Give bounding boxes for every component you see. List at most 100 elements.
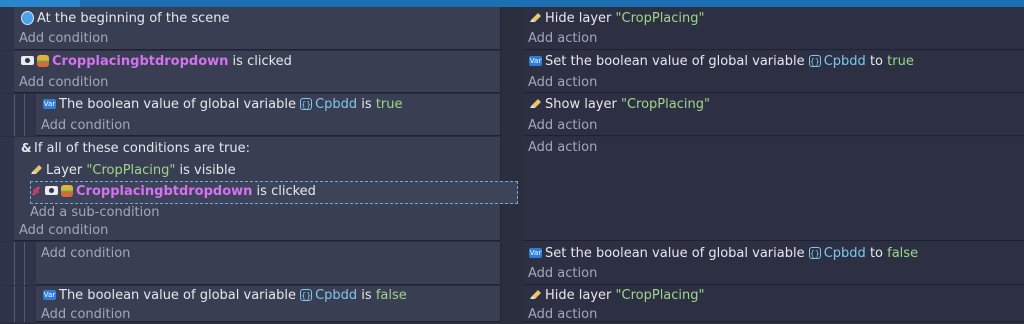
layer-name-string: "CropPlacing" — [620, 97, 710, 112]
add-action-link[interactable]: Add action — [528, 306, 597, 324]
global-variable-icon: {} — [808, 54, 821, 67]
add-action-link[interactable]: Add action — [528, 30, 597, 48]
conditions-panel[interactable]: & If all of these conditions are true: La… — [14, 137, 518, 241]
global-variable-icon: {} — [300, 288, 313, 301]
add-condition-link[interactable]: Add condition — [41, 245, 130, 263]
boolean-value[interactable]: false — [887, 246, 918, 261]
condition-row[interactable]: At the beginning of the scene — [21, 10, 229, 28]
event-gutter[interactable] — [0, 286, 36, 322]
boolean-value[interactable]: true — [376, 97, 403, 112]
action-prefix: Show layer — [545, 97, 621, 112]
event-gutter[interactable] — [0, 242, 36, 285]
sub-condition-row[interactable]: Layer "CropPlacing" is visible — [30, 162, 236, 180]
condition-suffix: is visible — [175, 163, 236, 178]
layer-pencil-icon — [530, 99, 541, 108]
event-5[interactable]: Add condition Var Set the boolean value o… — [0, 242, 1024, 285]
action-row[interactable]: Hide layer "CropPlacing" — [529, 287, 705, 305]
action-row[interactable]: Var Set the boolean value of global varia… — [529, 53, 914, 71]
layer-pencil-icon — [530, 290, 541, 299]
boolean-value[interactable]: true — [887, 54, 914, 69]
add-condition-link[interactable]: Add condition — [19, 30, 108, 48]
add-condition-link[interactable]: Add condition — [19, 222, 108, 240]
event-gutter[interactable] — [0, 7, 14, 50]
mouse-click-icon — [21, 56, 34, 65]
add-action-link[interactable]: Add action — [528, 139, 597, 157]
actions-panel[interactable]: Show layer "CropPlacing" Add action — [523, 94, 1024, 136]
condition-prefix: The boolean value of global variable — [59, 97, 301, 112]
condition-group-text: If all of these conditions are true: — [34, 141, 250, 156]
event-2[interactable]: Cropplacingbtdropdown is clicked Add con… — [0, 51, 1024, 93]
condition-text: At the beginning of the scene — [37, 11, 230, 26]
layer-name-string: "CropPlacing" — [615, 11, 705, 26]
action-row[interactable]: Var Set the boolean value of global varia… — [529, 245, 918, 263]
actions-panel[interactable]: Hide layer "CropPlacing" Add action — [523, 7, 1024, 50]
event-gutter[interactable] — [0, 51, 14, 93]
conditions-panel[interactable]: At the beginning of the scene Add condit… — [14, 7, 501, 50]
variable-name[interactable]: Cpbdd — [824, 54, 866, 69]
action-prefix: Set the boolean value of global variable — [545, 54, 809, 69]
add-action-link[interactable]: Add action — [528, 265, 597, 283]
add-sub-condition-link[interactable]: Add a sub-condition — [30, 204, 159, 222]
object-name[interactable]: Cropplacingbtdropdown — [52, 54, 228, 69]
actions-panel[interactable]: Var Set the boolean value of global varia… — [523, 51, 1024, 93]
condition-mid: is — [357, 288, 376, 303]
add-condition-link[interactable]: Add condition — [41, 306, 130, 324]
event-4[interactable]: & If all of these conditions are true: La… — [0, 137, 1024, 241]
variable-icon: Var — [43, 289, 56, 300]
action-mid: to — [865, 54, 888, 69]
condition-row[interactable]: Var The boolean value of global variable … — [43, 287, 407, 305]
variable-name[interactable]: Cpbdd — [315, 97, 357, 112]
event-gutter[interactable] — [0, 137, 14, 241]
sprite-object-icon — [61, 184, 73, 197]
boolean-value[interactable]: false — [376, 288, 407, 303]
action-prefix: Hide layer — [545, 288, 616, 303]
event-1[interactable]: At the beginning of the scene Add condit… — [0, 7, 1024, 50]
actions-panel[interactable]: Add action — [523, 137, 1024, 241]
conditions-panel[interactable]: Add condition — [36, 242, 501, 285]
conditions-panel[interactable]: Cropplacingbtdropdown is clicked Add con… — [14, 51, 501, 93]
and-group-icon: & — [21, 140, 32, 155]
subevent-line — [14, 286, 15, 322]
layer-pencil-icon — [31, 165, 42, 174]
condition-row[interactable]: Cropplacingbtdropdown is clicked — [21, 53, 292, 71]
object-name[interactable]: Cropplacingbtdropdown — [76, 184, 252, 199]
condition-mid: is — [357, 97, 376, 112]
event-gutter[interactable] — [0, 94, 36, 136]
layer-pencil-icon — [530, 13, 541, 22]
event-3[interactable]: Var The boolean value of global variable … — [0, 94, 1024, 136]
condition-prefix: Layer — [46, 163, 87, 178]
variable-icon: Var — [529, 247, 542, 258]
add-action-link[interactable]: Add action — [528, 117, 597, 135]
add-condition-link[interactable]: Add condition — [19, 74, 108, 92]
action-row[interactable]: Show layer "CropPlacing" — [529, 96, 710, 114]
actions-panel[interactable]: Hide layer "CropPlacing" Add action — [523, 286, 1024, 322]
variable-name[interactable]: Cpbdd — [315, 288, 357, 303]
sub-condition-row[interactable]: Cropplacingbtdropdown is clicked — [32, 183, 316, 201]
condition-suffix: is clicked — [252, 184, 316, 199]
variable-icon: Var — [529, 55, 542, 66]
layer-name-string: "CropPlacing" — [615, 288, 705, 303]
active-tab-indicator[interactable] — [0, 0, 80, 7]
layer-name-string: "CropPlacing" — [86, 163, 176, 178]
condition-group-header[interactable]: & If all of these conditions are true: — [21, 140, 250, 158]
subevent-line — [24, 286, 25, 322]
subevent-line — [14, 242, 15, 285]
action-prefix: Set the boolean value of global variable — [545, 246, 809, 261]
add-condition-link[interactable]: Add condition — [41, 117, 130, 135]
mouse-click-icon — [45, 186, 58, 195]
top-toolbar-strip — [0, 0, 1024, 7]
event-6[interactable]: Var The boolean value of global variable … — [0, 286, 1024, 322]
conditions-panel[interactable]: Var The boolean value of global variable … — [36, 286, 501, 322]
condition-suffix: is clicked — [228, 54, 292, 69]
condition-row[interactable]: Var The boolean value of global variable … — [43, 96, 403, 114]
action-row[interactable]: Hide layer "CropPlacing" — [529, 10, 705, 28]
add-action-link[interactable]: Add action — [528, 74, 597, 92]
variable-name[interactable]: Cpbdd — [824, 246, 866, 261]
global-variable-icon: {} — [300, 97, 313, 110]
conditions-panel[interactable]: Var The boolean value of global variable … — [36, 94, 501, 136]
subevent-line — [24, 94, 25, 136]
sprite-object-icon — [37, 54, 49, 67]
invert-condition-icon — [32, 185, 40, 196]
condition-prefix: The boolean value of global variable — [59, 288, 301, 303]
actions-panel[interactable]: Var Set the boolean value of global varia… — [523, 242, 1024, 285]
